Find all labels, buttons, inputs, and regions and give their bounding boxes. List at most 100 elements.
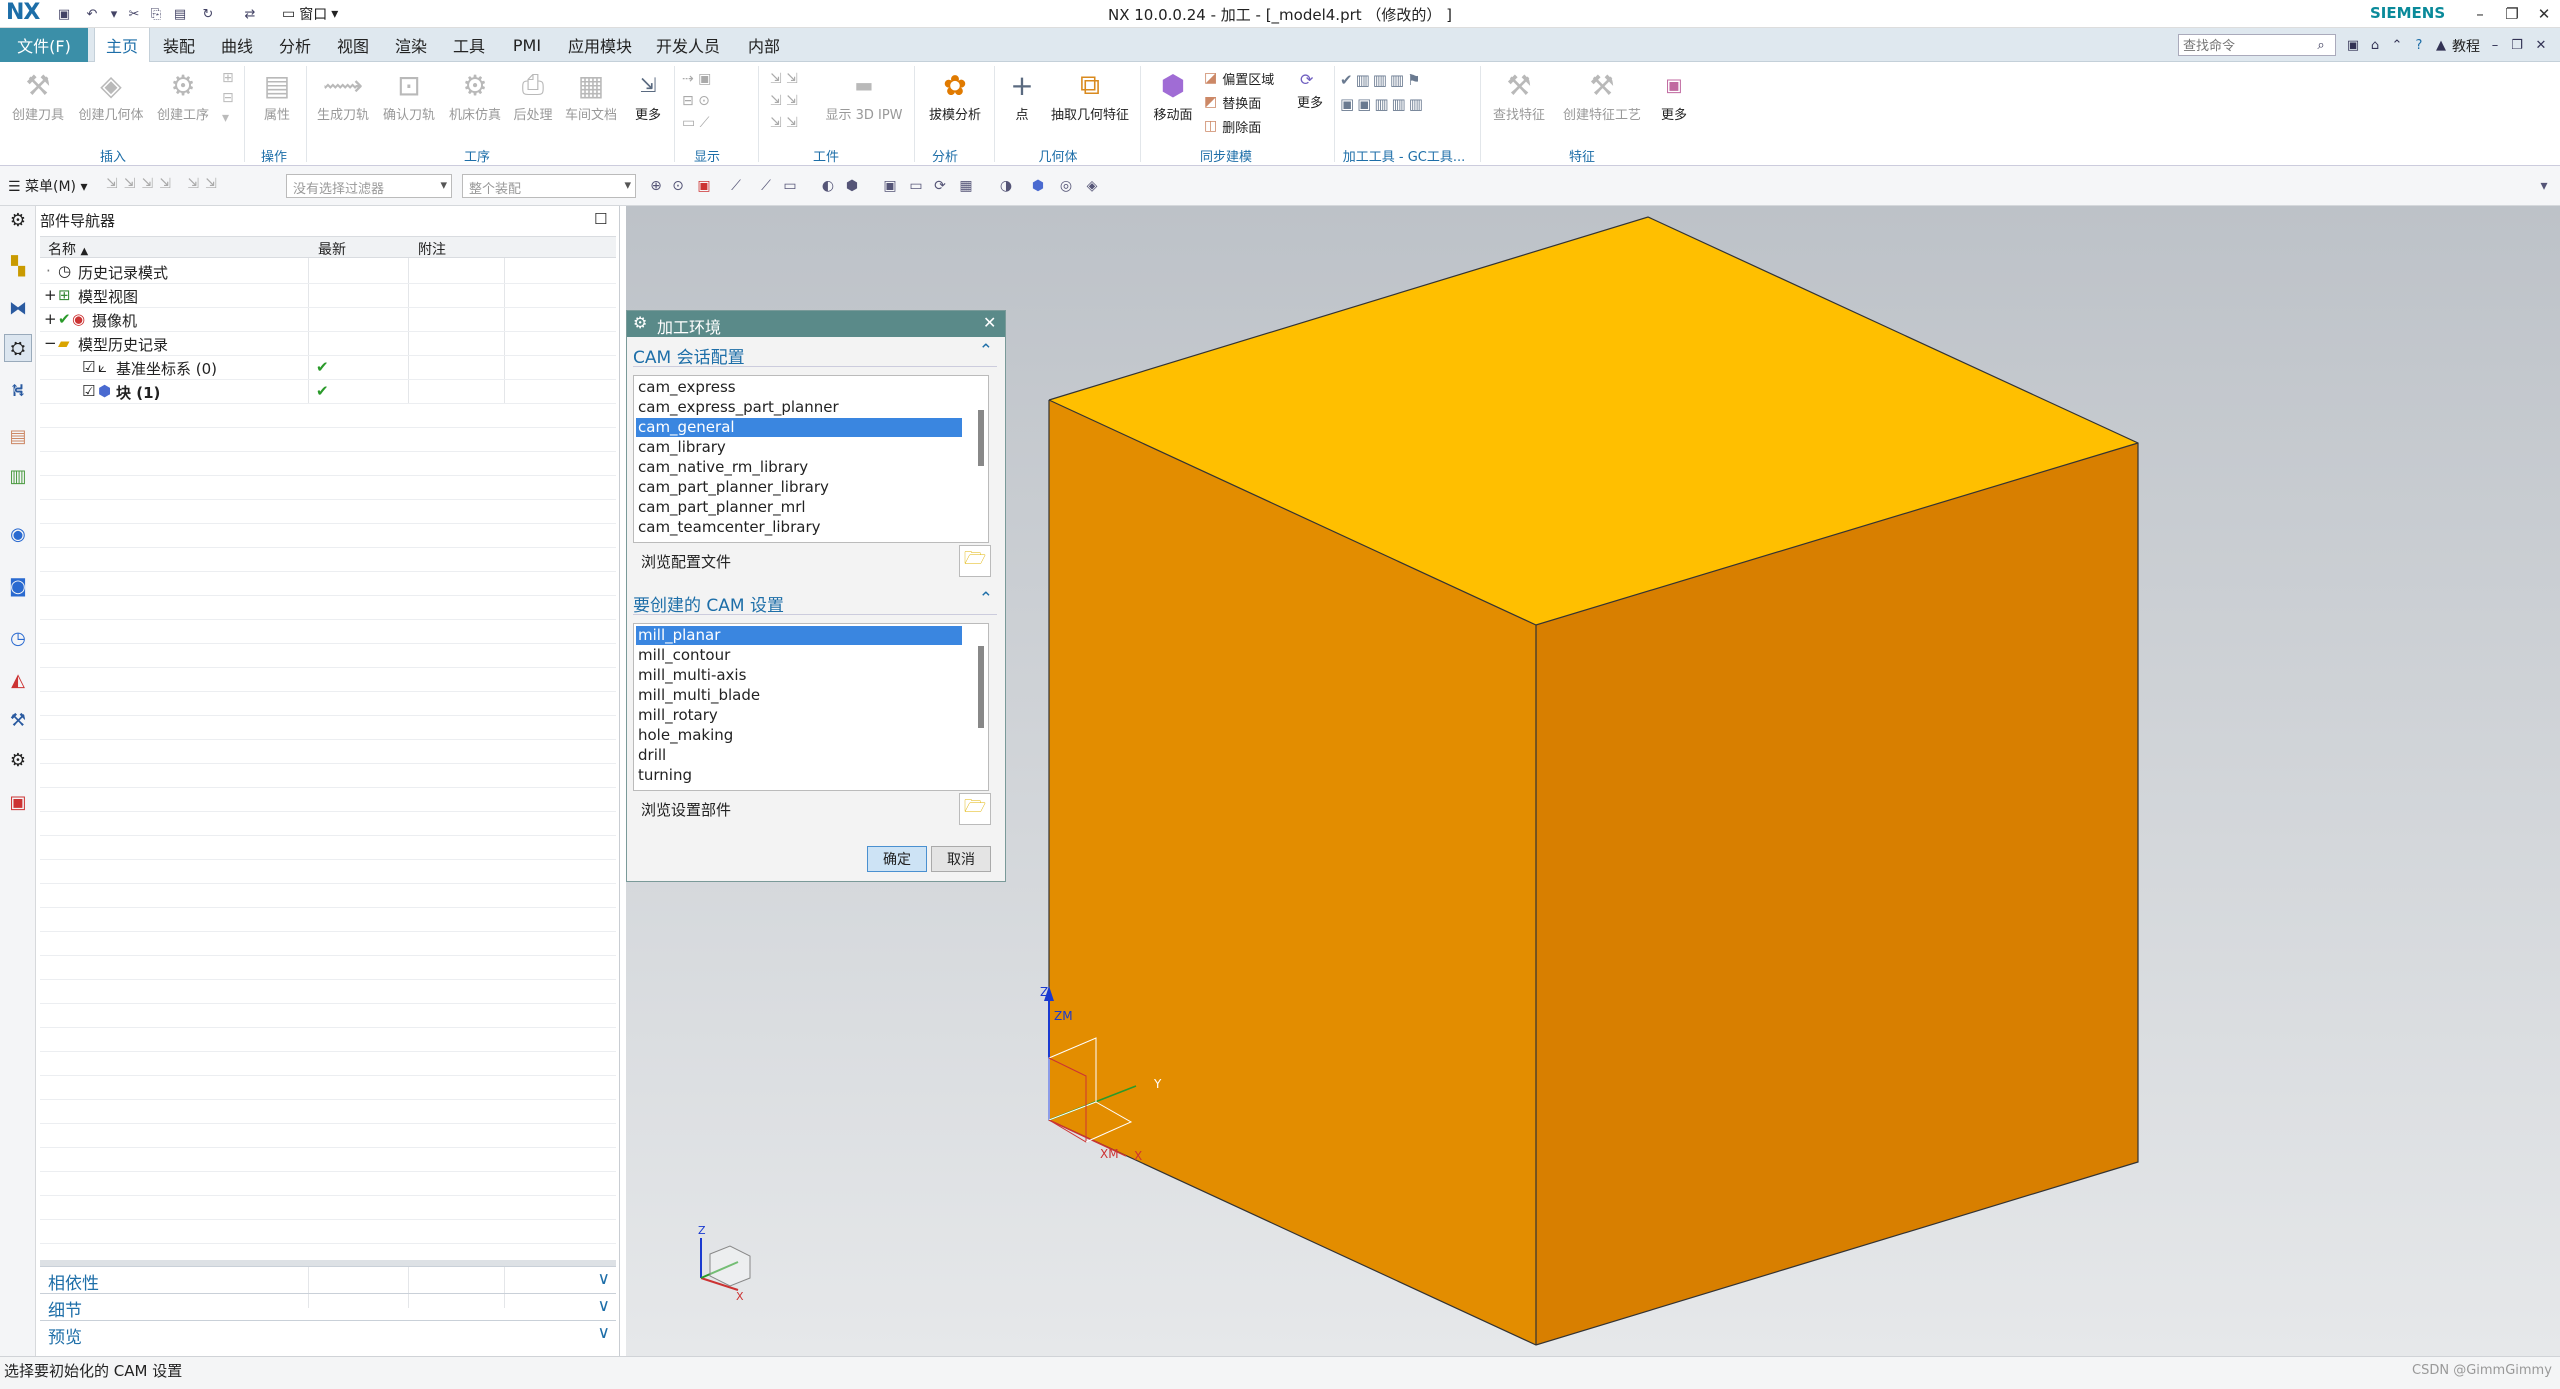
process-studio-icon[interactable]: ⚒ — [4, 706, 32, 734]
delete-face-button[interactable]: ◫ 删除面 — [1204, 116, 1261, 136]
tab-assembly[interactable]: 装配 — [154, 28, 204, 62]
home-icon[interactable]: ⌂ — [2366, 36, 2384, 54]
open-setup-folder-button[interactable]: 🗁 — [959, 793, 991, 825]
tab-analysis[interactable]: 分析 — [270, 28, 320, 62]
doc-minimize-icon[interactable]: – — [2486, 36, 2504, 54]
postprocess-button[interactable]: ⎙ 后处理 — [508, 66, 558, 123]
more-sync-button[interactable]: 更多 — [1288, 92, 1332, 111]
create-tool-button[interactable]: ⚒ 创建刀具 — [8, 66, 68, 124]
tree-row[interactable]: · ◷ 历史记录模式 — [40, 260, 616, 284]
list-item[interactable]: cam_express_part_planner — [636, 398, 962, 417]
roles-icon[interactable]: ◭ — [4, 666, 32, 694]
tab-applications[interactable]: 应用模块 — [560, 28, 640, 62]
industry-icon[interactable]: ▣ — [4, 788, 32, 816]
point-button[interactable]: + 点 — [1000, 66, 1044, 124]
list-item[interactable]: hole_making — [636, 726, 962, 745]
list-item[interactable]: mill_contour — [636, 646, 962, 665]
tab-tools[interactable]: 工具 — [444, 28, 494, 62]
minimize-button[interactable]: – — [2466, 2, 2494, 26]
view-triad[interactable] — [700, 1238, 751, 1291]
show-hide-icon[interactable]: ◎ — [1056, 176, 1076, 196]
part-navigator-icon[interactable]: ⛭ — [4, 334, 32, 362]
tab-render[interactable]: 渲染 — [386, 28, 436, 62]
group-feature[interactable]: 特征 — [1488, 146, 1676, 165]
restore-button[interactable]: ❐ — [2498, 2, 2526, 26]
render-style-icon[interactable]: ◑ — [996, 176, 1016, 196]
cancel-button[interactable]: 取消 — [931, 846, 991, 872]
list-item[interactable]: cam_library — [636, 438, 962, 457]
panel-details[interactable]: 细节 ∨ — [40, 1293, 616, 1321]
save-icon[interactable]: ▣ — [54, 5, 74, 23]
replace-face-button[interactable]: ◩ 替换面 — [1204, 92, 1261, 112]
clock-icon[interactable]: ◷ — [4, 624, 32, 652]
undo-dropdown-icon[interactable]: ▾ — [104, 5, 124, 23]
list-item[interactable]: cam_part_planner_library — [636, 478, 962, 497]
scope-dropdown[interactable]: 整个装配 — [462, 174, 636, 198]
gc-tools-icons[interactable]: ✔▥▥▥⚑ ▣▣▥▥▥ — [1340, 68, 1426, 116]
list-item-selected[interactable]: cam_general — [636, 418, 962, 437]
face-icon[interactable]: ◐ — [818, 176, 838, 196]
create-operation-button[interactable]: ⚙ 创建工序 — [152, 66, 214, 124]
chevron-up-icon[interactable]: ⌃ — [979, 341, 993, 361]
group-workpiece[interactable]: 工件 — [770, 146, 882, 165]
group-display[interactable]: 显示 — [682, 146, 732, 165]
hd3d-icon[interactable]: ▤ — [4, 422, 32, 450]
machine-simulation-button[interactable]: ⚙ 机床仿真 — [444, 66, 506, 124]
group-gc-tools[interactable]: 加工工具 - GC工具... — [1334, 146, 1474, 165]
rotate-icon[interactable]: ⟳ — [930, 176, 950, 196]
tree-row[interactable]: ☑ ⟀ 基准坐标系 (0) ✔ — [40, 356, 616, 380]
assembly-navigator-icon[interactable]: ▚ — [4, 252, 32, 280]
close-button[interactable]: ✕ — [2530, 2, 2558, 26]
main-menu-button[interactable]: ☰ 菜单(M) ▾ — [8, 176, 88, 196]
generate-toolpath-button[interactable]: ⟿ 生成刀轨 — [312, 66, 374, 124]
reuse-library-icon[interactable]: ⛕ — [4, 378, 32, 406]
touch-mode-icon[interactable]: ⇄ — [240, 5, 260, 23]
orient-view-icon[interactable]: ▦ — [956, 176, 976, 196]
list-item-selected[interactable]: mill_planar — [636, 626, 962, 645]
verify-toolpath-button[interactable]: ⊡ 确认刀轨 — [378, 66, 440, 124]
tab-home[interactable]: 主页 — [94, 28, 150, 62]
list-item[interactable]: turning — [636, 766, 962, 785]
shaded-icon[interactable]: ⬢ — [1028, 176, 1048, 196]
copy-icon[interactable]: ⎘ — [146, 5, 166, 23]
snap-icon[interactable]: ⊕ — [646, 176, 666, 196]
file-menu-tab[interactable]: 文件(F) — [0, 28, 88, 62]
manufacturing-wizards-icon[interactable]: ⚙ — [4, 746, 32, 774]
paste-icon[interactable]: ▤ — [170, 5, 190, 23]
group-operations[interactable]: 工序 — [312, 146, 642, 165]
cut-icon[interactable]: ✂ — [124, 5, 144, 23]
tree-row[interactable]: ☑ ⬢ 块 (1) ✔ — [40, 380, 616, 404]
select-feature-icon[interactable]: ▣ — [694, 176, 714, 196]
close-icon[interactable]: ✕ — [983, 313, 996, 332]
doc-close-icon[interactable]: ✕ — [2532, 36, 2550, 54]
refresh-icon[interactable]: ⟳ — [1300, 70, 1313, 89]
session-config-list[interactable]: cam_express cam_express_part_planner cam… — [633, 375, 989, 543]
expand-icon[interactable]: + — [44, 310, 57, 328]
cam-setup-list[interactable]: mill_planar mill_contour mill_multi-axis… — [633, 623, 989, 791]
column-name[interactable]: 名称 ▲ — [48, 239, 88, 259]
zoom-icon[interactable]: ▭ — [906, 176, 926, 196]
undo-icon[interactable]: ↶ — [82, 5, 102, 23]
create-geometry-button[interactable]: ◈ 创建几何体 — [74, 66, 148, 124]
tree-row[interactable]: + ✔ ◉ 摄像机 — [40, 308, 616, 332]
workpiece-small-icons[interactable]: ⇲ ⇲ ⇲ ⇲ ⇲ ⇲ — [770, 68, 798, 134]
tutorial-icon[interactable]: ▲ — [2432, 36, 2450, 54]
settings-icon[interactable]: ⚙ — [4, 206, 32, 234]
create-feature-process-button[interactable]: ⚒ 创建特征工艺 — [1556, 66, 1648, 124]
move-face-button[interactable]: ⬢ 移动面 — [1146, 66, 1200, 124]
collapse-ribbon-icon[interactable]: ⌃ — [2388, 36, 2406, 54]
group-actions[interactable]: 操作 — [248, 146, 300, 165]
search-icon[interactable]: ⌕ — [2312, 36, 2330, 54]
column-latest[interactable]: 最新 — [318, 239, 346, 259]
group-insert[interactable]: 插入 — [8, 146, 218, 165]
draft-analysis-button[interactable]: ✿ 拔模分析 — [920, 66, 990, 124]
help-icon[interactable]: ? — [2410, 36, 2428, 54]
tree-row[interactable]: − ▰ 模型历史记录 — [40, 332, 616, 356]
region-icon[interactable]: ▭ — [780, 176, 800, 196]
more-features-button[interactable]: ▣ 更多 — [1652, 66, 1696, 124]
chevron-up-icon[interactable]: ⌃ — [979, 589, 993, 609]
tab-internal[interactable]: 内部 — [736, 28, 792, 62]
edge-icon[interactable]: ⟋ — [756, 176, 776, 196]
selection-tools[interactable]: ⇲⇲⇲⇲ ⇲⇲ — [106, 176, 223, 192]
curve-rule-icon[interactable]: ⟋ — [726, 176, 746, 196]
